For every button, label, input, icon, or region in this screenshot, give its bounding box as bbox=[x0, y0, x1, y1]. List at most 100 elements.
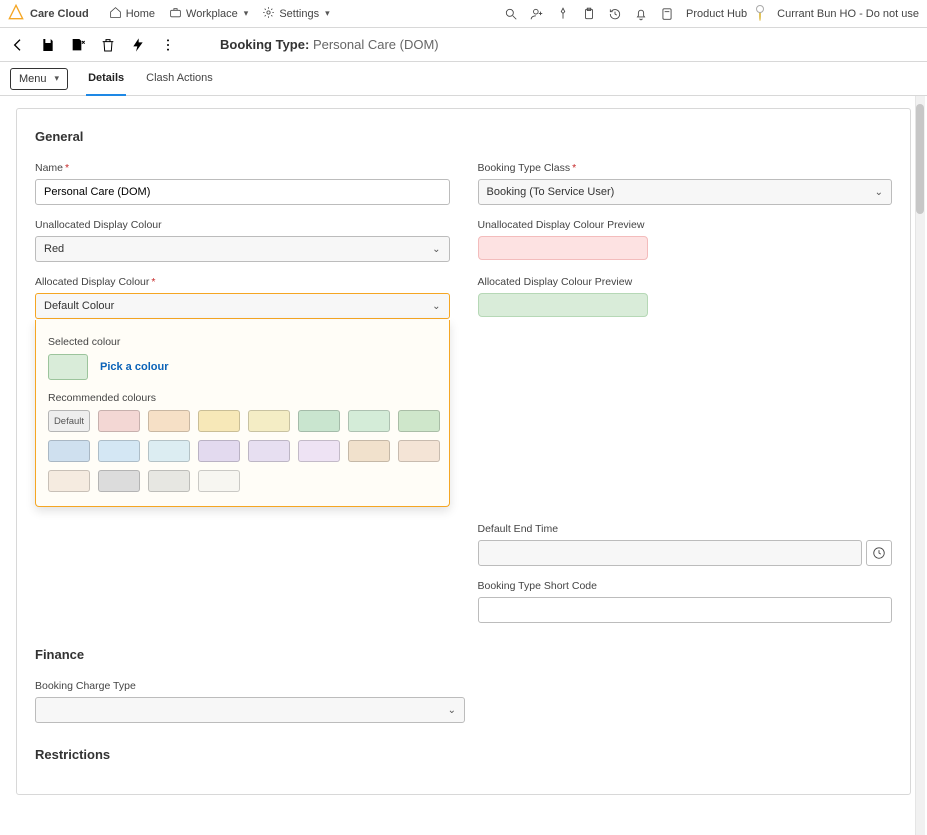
nav-home-label: Home bbox=[126, 8, 155, 20]
label-alloc-colour: Allocated Display Colour bbox=[35, 276, 450, 288]
short-code-input[interactable] bbox=[478, 597, 893, 623]
label-booking-type-class: Booking Type Class bbox=[478, 162, 893, 174]
top-icons: Product Hub Currant Bun HO - Do not use bbox=[504, 7, 919, 21]
chevron-down-icon: ⌄ bbox=[432, 301, 440, 312]
bolt-icon[interactable] bbox=[130, 37, 146, 53]
clock-icon[interactable] bbox=[866, 540, 892, 566]
panel: General Name Booking Type Class Booking … bbox=[16, 108, 911, 795]
chevron-down-icon: ▾ bbox=[244, 8, 249, 19]
chevron-down-icon: ▾ bbox=[55, 73, 60, 84]
brand-name: Care Cloud bbox=[30, 8, 89, 20]
colour-swatch[interactable] bbox=[198, 410, 240, 432]
nav-home[interactable]: Home bbox=[109, 6, 155, 22]
bell-icon[interactable] bbox=[634, 7, 648, 21]
menu-button[interactable]: Menu ▾ bbox=[10, 68, 68, 90]
clipboard-icon[interactable] bbox=[582, 7, 596, 21]
tabs-bar: Menu ▾ Details Clash Actions bbox=[0, 62, 927, 96]
unalloc-colour-value: Red bbox=[44, 243, 64, 255]
label-name: Name bbox=[35, 162, 450, 174]
record-type-label: Booking Type: bbox=[220, 37, 309, 52]
chevron-down-icon: ⌄ bbox=[432, 244, 440, 255]
chevron-down-icon: ⌄ bbox=[875, 187, 883, 198]
colour-swatch[interactable] bbox=[298, 440, 340, 462]
top-nav: Home Workplace ▾ Settings ▾ bbox=[109, 6, 330, 22]
label-default-end: Default End Time bbox=[478, 523, 893, 535]
top-header: Care Cloud Home Workplace ▾ Settings ▾ P… bbox=[0, 0, 927, 28]
colour-swatch[interactable] bbox=[198, 470, 240, 492]
booking-type-class-select[interactable]: Booking (To Service User) ⌄ bbox=[478, 179, 893, 205]
product-hub-link[interactable]: Product Hub bbox=[686, 8, 747, 20]
unalloc-colour-select[interactable]: Red ⌄ bbox=[35, 236, 450, 262]
more-icon[interactable] bbox=[160, 37, 176, 53]
colour-swatch[interactable] bbox=[248, 440, 290, 462]
recommended-colours-label: Recommended colours bbox=[48, 392, 437, 404]
colour-swatch[interactable] bbox=[298, 410, 340, 432]
label-unalloc-colour: Unallocated Display Colour bbox=[35, 219, 450, 231]
label-short-code: Booking Type Short Code bbox=[478, 580, 893, 592]
colour-swatch[interactable] bbox=[348, 440, 390, 462]
pin-icon[interactable] bbox=[556, 7, 570, 21]
pick-colour-link[interactable]: Pick a colour bbox=[100, 361, 168, 373]
nav-settings[interactable]: Settings ▾ bbox=[262, 6, 329, 22]
unalloc-preview-swatch bbox=[478, 236, 648, 260]
colour-swatch[interactable]: Default bbox=[48, 410, 90, 432]
search-icon[interactable] bbox=[504, 7, 518, 21]
recommended-swatch-grid: Default bbox=[48, 410, 437, 492]
tab-details[interactable]: Details bbox=[86, 62, 126, 96]
menu-button-label: Menu bbox=[19, 73, 47, 85]
save-icon[interactable] bbox=[40, 37, 56, 53]
section-finance: Finance bbox=[35, 647, 892, 662]
back-icon[interactable] bbox=[10, 37, 26, 53]
default-end-time-input[interactable] bbox=[478, 540, 863, 566]
label-booking-charge-type: Booking Charge Type bbox=[35, 680, 465, 692]
record-title: Booking Type: Personal Care (DOM) bbox=[220, 37, 439, 52]
history-icon[interactable] bbox=[608, 7, 622, 21]
colour-swatch[interactable] bbox=[198, 440, 240, 462]
vertical-scrollbar[interactable] bbox=[915, 96, 925, 835]
colour-swatch[interactable] bbox=[48, 470, 90, 492]
colour-picker-dropdown: Selected colour Pick a colour Recommende… bbox=[35, 320, 450, 507]
brand: Care Cloud bbox=[8, 4, 89, 23]
alloc-colour-select[interactable]: Default Colour ⌄ bbox=[35, 293, 450, 319]
selected-colour-label: Selected colour bbox=[48, 336, 437, 348]
record-type-value: Personal Care (DOM) bbox=[313, 37, 439, 52]
calculator-icon[interactable] bbox=[660, 7, 674, 21]
colour-swatch[interactable] bbox=[398, 440, 440, 462]
nav-workplace-label: Workplace bbox=[186, 8, 238, 20]
colour-swatch[interactable] bbox=[148, 470, 190, 492]
brand-logo-icon bbox=[8, 4, 24, 23]
save-close-icon[interactable] bbox=[70, 37, 86, 53]
tab-clash-actions[interactable]: Clash Actions bbox=[144, 62, 215, 96]
colour-swatch[interactable] bbox=[48, 440, 90, 462]
briefcase-icon bbox=[169, 6, 182, 22]
colour-swatch[interactable] bbox=[98, 470, 140, 492]
user-label: Currant Bun HO - Do not use bbox=[777, 8, 919, 20]
colour-swatch[interactable] bbox=[398, 410, 440, 432]
label-alloc-preview: Allocated Display Colour Preview bbox=[478, 276, 893, 288]
colour-swatch[interactable] bbox=[148, 440, 190, 462]
nav-settings-label: Settings bbox=[279, 8, 319, 20]
alloc-preview-swatch bbox=[478, 293, 648, 317]
content-wrap: General Name Booking Type Class Booking … bbox=[0, 96, 927, 835]
colour-swatch[interactable] bbox=[98, 440, 140, 462]
delete-icon[interactable] bbox=[100, 37, 116, 53]
alloc-colour-value: Default Colour bbox=[44, 300, 114, 312]
colour-swatch[interactable] bbox=[248, 410, 290, 432]
action-bar: Booking Type: Personal Care (DOM) bbox=[0, 28, 927, 62]
nav-workplace[interactable]: Workplace ▾ bbox=[169, 6, 248, 22]
name-input[interactable] bbox=[35, 179, 450, 205]
selected-colour-swatch bbox=[48, 354, 88, 380]
section-general: General bbox=[35, 129, 892, 144]
notification-dot-icon bbox=[756, 5, 764, 13]
booking-type-class-value: Booking (To Service User) bbox=[487, 186, 615, 198]
colour-swatch[interactable] bbox=[148, 410, 190, 432]
person-add-icon[interactable] bbox=[530, 7, 544, 21]
colour-swatch[interactable] bbox=[348, 410, 390, 432]
colour-swatch[interactable] bbox=[98, 410, 140, 432]
gear-icon bbox=[262, 6, 275, 22]
booking-charge-type-select[interactable]: ⌄ bbox=[35, 697, 465, 723]
label-unalloc-preview: Unallocated Display Colour Preview bbox=[478, 219, 893, 231]
chevron-down-icon: ▾ bbox=[325, 8, 330, 19]
chevron-down-icon: ⌄ bbox=[448, 705, 456, 716]
home-icon bbox=[109, 6, 122, 22]
